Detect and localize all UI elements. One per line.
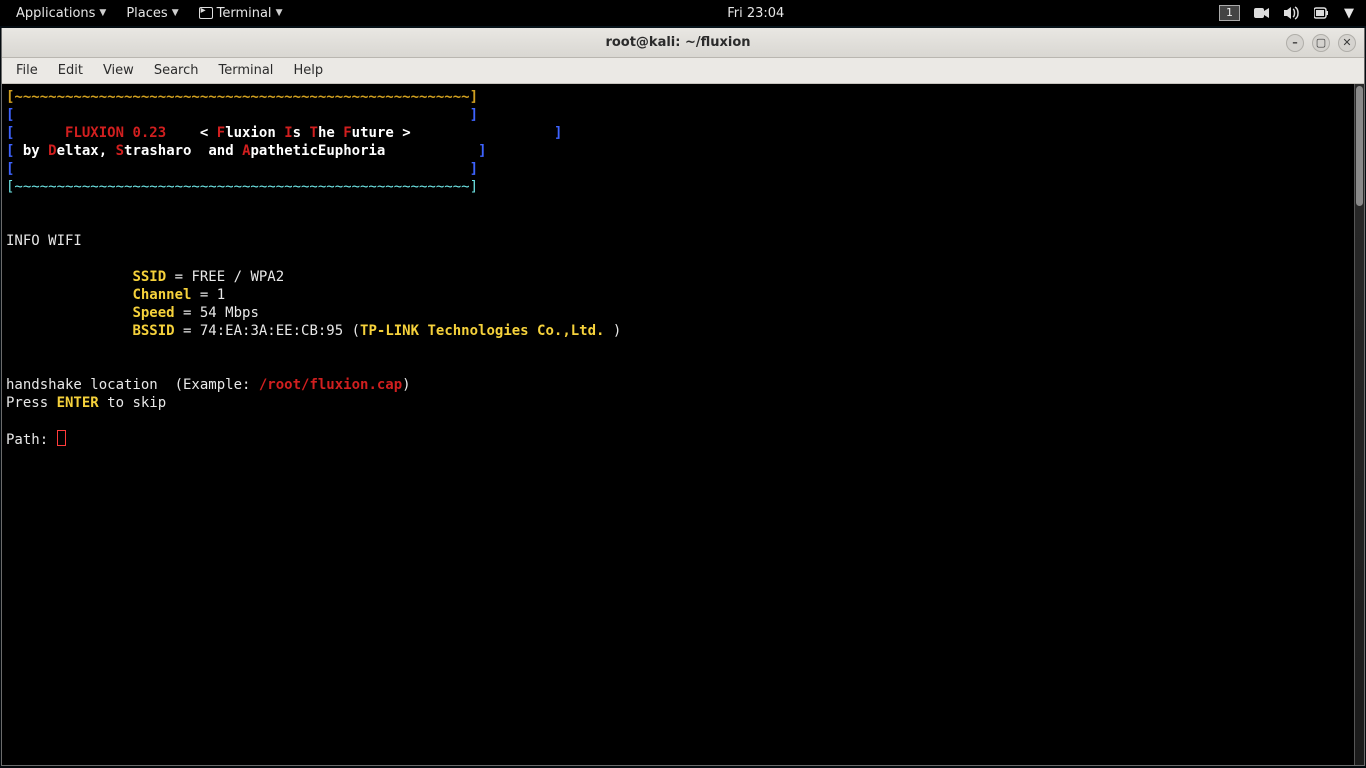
gnome-top-panel: Applications ▼ Places ▼ Terminal ▼ Fri 2… — [0, 0, 1366, 26]
wifi-info-header: INFO WIFI — [6, 233, 82, 249]
close-button[interactable]: ✕ — [1338, 34, 1356, 52]
places-menu[interactable]: Places ▼ — [116, 0, 188, 26]
menu-help[interactable]: Help — [283, 58, 333, 83]
volume-icon[interactable] — [1284, 6, 1300, 20]
chevron-down-icon: ▼ — [99, 8, 106, 18]
wifi-bssid-label: BSSID — [132, 323, 174, 339]
wifi-vendor: TP-LINK Technologies Co.,Ltd. — [360, 323, 604, 339]
system-menu-chevron-icon[interactable]: ▼ — [1344, 6, 1354, 21]
scrollbar-thumb[interactable] — [1356, 86, 1363, 206]
applications-menu[interactable]: Applications ▼ — [6, 0, 116, 26]
enter-key-hint: ENTER — [57, 395, 99, 411]
terminal-label: Terminal — [217, 6, 272, 21]
banner-border-top: [~~~~~~~~~~~~~~~~~~~~~~~~~~~~~~~~~~~~~~~… — [6, 89, 478, 105]
window-title: root@kali: ~/fluxion — [78, 35, 1278, 50]
menu-view[interactable]: View — [93, 58, 144, 83]
minimize-button[interactable]: – — [1286, 34, 1304, 52]
battery-icon[interactable] — [1314, 7, 1330, 19]
panel-clock[interactable]: Fri 23:04 — [715, 6, 796, 21]
terminal-output[interactable]: [~~~~~~~~~~~~~~~~~~~~~~~~~~~~~~~~~~~~~~~… — [2, 84, 1354, 765]
wifi-ssid-value: = FREE / WPA2 — [166, 269, 284, 285]
window-titlebar[interactable]: root@kali: ~/fluxion – ▢ ✕ — [2, 28, 1364, 58]
path-prompt-label: Path: — [6, 432, 57, 448]
terminal-menu[interactable]: Terminal ▼ — [189, 0, 293, 26]
menu-search[interactable]: Search — [144, 58, 209, 83]
menu-edit[interactable]: Edit — [48, 58, 93, 83]
system-tray: 1 ▼ — [1219, 5, 1360, 21]
banner-border-bottom: [~~~~~~~~~~~~~~~~~~~~~~~~~~~~~~~~~~~~~~~… — [6, 179, 478, 195]
chevron-down-icon: ▼ — [172, 8, 179, 18]
wifi-speed-label: Speed — [132, 305, 174, 321]
maximize-button[interactable]: ▢ — [1312, 34, 1330, 52]
wifi-channel-label: Channel — [132, 287, 191, 303]
wifi-speed-value: = 54 Mbps — [175, 305, 259, 321]
places-label: Places — [126, 6, 167, 21]
record-icon[interactable] — [1254, 6, 1270, 20]
terminal-scrollbar[interactable] — [1354, 84, 1364, 765]
terminal-icon — [199, 7, 213, 19]
applications-label: Applications — [16, 6, 95, 21]
wifi-channel-value: = 1 — [191, 287, 225, 303]
wifi-bssid-value: = 74:EA:3A:EE:CB:95 ( — [175, 323, 360, 339]
example-path: /root/fluxion.cap — [259, 377, 402, 393]
terminal-menubar: File Edit View Search Terminal Help — [2, 58, 1364, 84]
banner-app-name: FLUXION 0.23 — [65, 125, 166, 141]
wifi-ssid-label: SSID — [132, 269, 166, 285]
chevron-down-icon: ▼ — [276, 8, 283, 18]
terminal-cursor[interactable] — [57, 430, 66, 446]
menu-terminal[interactable]: Terminal — [208, 58, 283, 83]
terminal-window: root@kali: ~/fluxion – ▢ ✕ File Edit Vie… — [1, 28, 1365, 766]
workspace-indicator[interactable]: 1 — [1219, 5, 1240, 21]
menu-file[interactable]: File — [6, 58, 48, 83]
